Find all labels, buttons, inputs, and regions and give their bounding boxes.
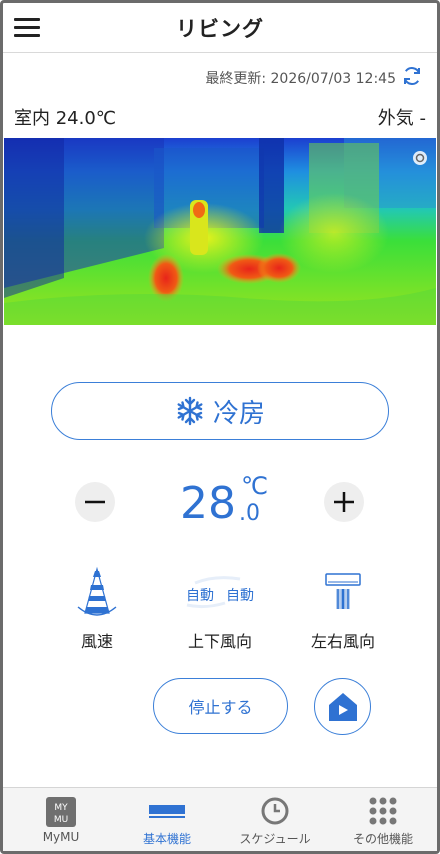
thermal-image-graphic xyxy=(4,138,436,325)
setpoint-unit: ℃ xyxy=(241,472,268,500)
last-updated: 最終更新: 2026/07/03 12:45 xyxy=(205,71,396,87)
tab-basic-functions-label: 基本機能 xyxy=(142,832,191,846)
vertical-vane-icon: 自動 自動 xyxy=(165,565,275,625)
indoor-temperature: 室内 24.0℃ xyxy=(14,108,117,129)
tab-basic-functions[interactable]: 基本機能 xyxy=(113,788,221,852)
home-play-icon xyxy=(328,692,357,721)
grid-icon xyxy=(369,797,397,825)
page-title: リビング xyxy=(176,17,264,41)
horizontal-vane-icon xyxy=(325,573,361,609)
tab-schedule-label: スケジュール xyxy=(239,832,311,846)
minus-icon xyxy=(85,500,105,504)
mode-label: 冷房 xyxy=(212,398,265,429)
vertical-direction-label: 上下風向 xyxy=(187,632,252,651)
home-play-button[interactable] xyxy=(314,678,371,735)
setpoint-integer: 28 xyxy=(180,478,236,529)
stop-button[interactable]: 停止する xyxy=(153,678,288,734)
setpoint-decimal: .0 xyxy=(239,501,260,526)
snowflake-icon xyxy=(177,396,203,426)
fan-speed-icon xyxy=(77,566,117,616)
clock-icon xyxy=(261,797,289,825)
temperature-down-button[interactable] xyxy=(75,482,115,522)
vertical-direction-control[interactable]: 自動 自動 上下風向 xyxy=(165,565,275,655)
temperature-up-button[interactable] xyxy=(324,482,364,522)
tab-other-functions-label: その他機能 xyxy=(352,832,413,846)
mymu-icon: MY MU xyxy=(46,797,76,827)
header: リビング xyxy=(3,3,437,53)
horizontal-direction-control[interactable]: 左右風向 xyxy=(288,565,398,655)
vertical-auto-2: 自動 xyxy=(226,588,254,604)
thermal-image[interactable] xyxy=(4,138,436,325)
basic-functions-icon xyxy=(149,805,185,818)
camera-icon[interactable] xyxy=(412,150,428,166)
fan-speed-control[interactable]: 風速 xyxy=(42,565,152,655)
plus-icon xyxy=(334,492,354,512)
mymu-icon-text-bottom: MU xyxy=(54,815,68,825)
tab-schedule[interactable]: スケジュール xyxy=(221,788,329,852)
tab-mymu[interactable]: MY MU MyMU xyxy=(7,788,115,852)
fan-speed-label: 風速 xyxy=(80,632,113,651)
refresh-icon[interactable] xyxy=(400,64,424,88)
tab-mymu-label: MyMU xyxy=(42,830,80,844)
outdoor-temperature: 外気 - xyxy=(377,108,426,129)
temperature-setpoint: 28 ℃ .0 xyxy=(178,472,278,536)
horizontal-direction-label: 左右風向 xyxy=(310,632,375,651)
vertical-auto-1: 自動 xyxy=(186,588,214,604)
tab-bar: MY MU MyMU 基本機能 スケジュール その他機能 xyxy=(3,787,437,851)
tab-other-functions[interactable]: その他機能 xyxy=(329,788,437,852)
mymu-icon-text-top: MY xyxy=(54,803,68,813)
mode-button[interactable]: 冷房 xyxy=(51,382,389,440)
